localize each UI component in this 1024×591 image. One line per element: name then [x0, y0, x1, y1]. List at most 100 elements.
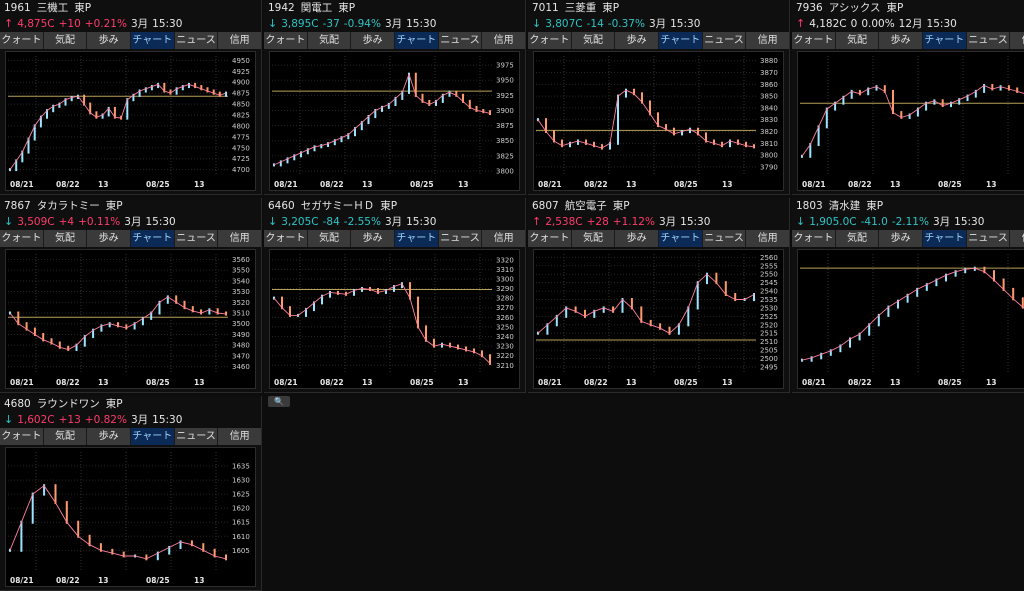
tab-0[interactable]: クォート: [0, 230, 44, 247]
tab-0[interactable]: クォート: [528, 230, 572, 247]
tab-4[interactable]: ニュース: [966, 32, 1011, 49]
tab-4[interactable]: ニュース: [174, 32, 219, 49]
stock-panel-7011[interactable]: 7011 三菱重 東P ↓ 3,807C -14 -0.37% 3月 15:30 クォート 気配 歩み…: [528, 0, 790, 195]
tab-2[interactable]: 歩み: [87, 428, 132, 445]
tab-2[interactable]: 歩み: [615, 32, 660, 49]
tab-2[interactable]: 歩み: [615, 230, 660, 247]
stock-name: 航空電子: [564, 200, 607, 212]
price-chart[interactable]: 08/21 08/22 13 08/25 13: [797, 249, 1024, 389]
stock-panel-6807[interactable]: 6807 航空電子 東P ↑ 2,538C +28 +1.12% 3月 15:30 クォート 気配歩…: [528, 198, 790, 393]
candle: [737, 139, 739, 145]
tab-5[interactable]: 信用: [746, 32, 789, 49]
tab-1[interactable]: 気配: [43, 428, 88, 445]
candle: [601, 144, 603, 150]
search-button[interactable]: 🔍: [268, 396, 290, 407]
tab-1[interactable]: 気配: [307, 230, 352, 247]
tab-5[interactable]: 信用: [482, 32, 525, 49]
y-tick-label: 2540: [760, 288, 778, 296]
chart-svg: 4950 4925 4900 4875 4850 4825 4800 4775 4750 4725…: [8, 56, 250, 189]
tab-3[interactable]: チャート: [131, 428, 175, 445]
price-chart[interactable]: 3880 3870 3860 3850 3840 3830 3820 3810 3800 3790…: [533, 51, 784, 191]
tab-3[interactable]: チャート: [923, 32, 967, 49]
last-price: 4,182C: [809, 18, 847, 30]
tab-2[interactable]: 歩み: [351, 230, 396, 247]
tab-2[interactable]: 歩み: [351, 32, 396, 49]
tab-4[interactable]: ニュース: [438, 32, 483, 49]
tab-5[interactable]: 信用: [218, 230, 261, 247]
y-tick-label: 3210: [496, 362, 514, 370]
panel-tabs: クォート気配歩みチャートニュース信用: [264, 230, 525, 247]
candle: [999, 85, 1002, 91]
tab-0[interactable]: クォート: [0, 32, 44, 49]
moving-average-line: [801, 84, 1024, 157]
tab-5[interactable]: 信用: [218, 428, 261, 445]
tab-3[interactable]: チャート: [659, 32, 703, 49]
tab-0[interactable]: クォート: [264, 32, 308, 49]
stock-panel-1803[interactable]: 1803 清水建 東P ↓ 1,905.0C -41.0 -2.11% 3月 15:30 クォート…: [792, 198, 1024, 393]
x-tick-label: 08/22: [320, 180, 344, 189]
tab-3[interactable]: チャート: [395, 32, 439, 49]
panel-header: 1942 関電工 東P: [264, 0, 525, 16]
stock-code: 7936: [796, 2, 823, 14]
y-tick-label: 3510: [232, 310, 250, 318]
price-chart[interactable]: 3975 3950 3925 3900 3875 3850 3825 3800 08/21 08/…: [269, 51, 520, 191]
price-chart[interactable]: 1635 1630 1625 1620 1615 1610 1605 08/21 08/22 13…: [5, 447, 256, 587]
tab-5[interactable]: 信用: [1010, 32, 1024, 49]
contract-month: 3月: [658, 216, 677, 228]
stock-panel-4680[interactable]: 4680 ラウンドワン 東P ↓ 1,602C +13 +0.82% 3月 15:30 クォート気…: [0, 396, 262, 591]
tab-5[interactable]: 信用: [1010, 230, 1024, 247]
tab-4[interactable]: ニュース: [966, 230, 1011, 247]
price-change: +4: [58, 216, 75, 228]
price-change-pct: +0.21%: [84, 18, 127, 30]
tab-4[interactable]: ニュース: [174, 230, 219, 247]
price-chart[interactable]: 2560 2555 2550 2545 2540 2535 2530 2525 2520 2515…: [533, 249, 784, 389]
price-line: ↑ 2,538C +28 +1.12% 3月 15:30: [528, 214, 789, 230]
tab-1[interactable]: 気配: [571, 230, 616, 247]
tab-3[interactable]: チャート: [659, 230, 703, 247]
tab-4[interactable]: ニュース: [438, 230, 483, 247]
tab-3[interactable]: チャート: [395, 230, 439, 247]
tab-2[interactable]: 歩み: [879, 32, 924, 49]
tab-0[interactable]: クォート: [528, 32, 572, 49]
price-chart[interactable]: 08/21 08/22 13 08/25 13: [797, 51, 1024, 191]
y-tick-label: 3300: [496, 275, 514, 283]
tab-5[interactable]: 信用: [218, 32, 261, 49]
price-chart[interactable]: 4950 4925 4900 4875 4850 4825 4800 4775 4750 4725…: [5, 51, 256, 191]
stock-panel-1942[interactable]: 1942 関電工 東P ↓ 3,895C -37 -0.94% 3月 15:30 クォート 気配 歩み…: [264, 0, 526, 195]
tab-4[interactable]: ニュース: [174, 428, 219, 445]
tab-3[interactable]: チャート: [131, 230, 175, 247]
tab-0[interactable]: クォート: [792, 32, 836, 49]
tab-1[interactable]: 気配: [43, 230, 88, 247]
tab-2[interactable]: 歩み: [87, 230, 132, 247]
stock-panel-6460[interactable]: 6460 セガサミーＨＤ 東P ↓ 3,205C -84 -2.55% 3月 15:30 クォート…: [264, 198, 526, 393]
tab-3[interactable]: チャート: [131, 32, 175, 49]
tab-2[interactable]: 歩み: [87, 32, 132, 49]
candle: [681, 130, 683, 136]
stock-code: 1961: [4, 2, 31, 14]
y-tick-label: 2500: [760, 355, 778, 363]
tab-0[interactable]: クォート: [264, 230, 308, 247]
price-chart[interactable]: 3560 3550 3540 3530 3520 3510 3500 3490 3480 3470…: [5, 249, 256, 389]
stock-name: 清水建: [828, 200, 861, 212]
tab-1[interactable]: 気配: [43, 32, 88, 49]
tab-1[interactable]: 気配: [835, 230, 880, 247]
candle: [208, 308, 211, 315]
stock-panel-1961[interactable]: 1961 三機工 東P ↑ 4,875C +10 +0.21% 3月 15:30 クォート 気配 歩み…: [0, 0, 262, 195]
tab-4[interactable]: ニュース: [702, 32, 747, 49]
tab-1[interactable]: 気配: [571, 32, 616, 49]
tab-0[interactable]: クォート: [0, 428, 44, 445]
tab-5[interactable]: 信用: [746, 230, 789, 247]
price-chart[interactable]: 3320 3310 3300 3290 3280 3270 3260 3250 3240 3230…: [269, 249, 520, 389]
tab-2[interactable]: 歩み: [879, 230, 924, 247]
tab-3[interactable]: チャート: [923, 230, 967, 247]
tab-0[interactable]: クォート: [792, 230, 836, 247]
stock-panel-7936[interactable]: 7936 アシックス 東P ↑ 4,182C 0 0.00% 12月 15:30 クォート 気配 歩み…: [792, 0, 1024, 195]
tab-4[interactable]: ニュース: [702, 230, 747, 247]
tab-1[interactable]: 気配: [835, 32, 880, 49]
contract-month: 12月: [898, 18, 923, 30]
tab-5[interactable]: 信用: [482, 230, 525, 247]
stock-panel-7867[interactable]: 7867 タカラトミー 東P ↓ 3,509C +4 +0.11% 3月 15:30 クォート 気配…: [0, 198, 262, 393]
candle: [858, 89, 861, 96]
y-tick-label: 1605: [232, 547, 250, 555]
tab-1[interactable]: 気配: [307, 32, 352, 49]
